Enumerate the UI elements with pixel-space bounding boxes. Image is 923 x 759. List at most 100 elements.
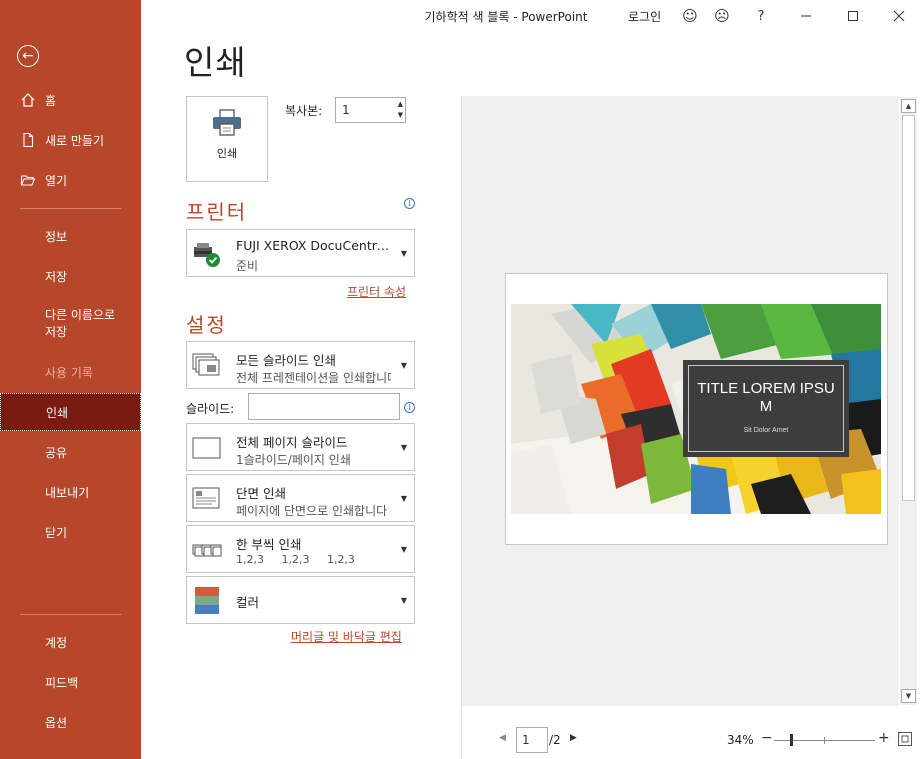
sidebar-item-label: 홈 — [45, 93, 57, 108]
sidebar-item-info[interactable]: 정보 — [0, 221, 141, 251]
sidebar-divider — [20, 614, 121, 615]
sidebar-item-open[interactable]: 열기 — [0, 165, 141, 195]
collate-desc: 1,2,3 1,2,3 1,2,3 — [236, 553, 355, 566]
chevron-down-icon: ▼ — [400, 249, 407, 258]
layout-desc: 1슬라이드/페이지 인쇄 — [236, 453, 351, 467]
chevron-down-icon: ▼ — [400, 361, 407, 370]
one-sided-icon — [192, 487, 220, 509]
close-icon[interactable] — [888, 5, 910, 27]
full-page-slide-icon — [192, 437, 221, 459]
frown-icon[interactable]: ☹ — [711, 5, 733, 27]
sidebar-item-print[interactable]: 인쇄 — [0, 393, 141, 431]
print-range-dropdown[interactable]: 모든 슬라이드 인쇄 전체 프레젠테이션을 인쇄합니다 ▼ — [186, 341, 415, 389]
fit-to-window-icon[interactable] — [898, 732, 912, 746]
maximize-icon[interactable] — [842, 5, 864, 27]
sidebar-item-label: 저장 — [45, 269, 68, 284]
sidebar-item-export[interactable]: 내보내기 — [0, 477, 141, 507]
color-label: 컬러 — [236, 595, 260, 610]
info-icon[interactable]: i — [404, 198, 415, 209]
smile-icon[interactable]: ☺ — [679, 5, 701, 27]
color-dropdown[interactable]: 컬러 ▼ — [186, 576, 415, 624]
printer-status: 준비 — [236, 259, 259, 273]
info-icon[interactable]: i — [404, 402, 415, 413]
sidebar-item-new[interactable]: 새로 만들기 — [0, 125, 141, 155]
zoom-slider-midmark — [824, 737, 825, 744]
sidebar-item-label: 인쇄 — [46, 405, 69, 420]
sidebar-item-label: 새로 만들기 — [45, 133, 105, 148]
zoom-out-icon[interactable]: − — [761, 730, 773, 746]
spin-up-icon[interactable]: ▲ — [398, 101, 403, 108]
previous-page-icon[interactable]: ◀ — [499, 733, 506, 743]
collate-dropdown[interactable]: 한 부씩 인쇄 1,2,3 1,2,3 1,2,3 ▼ — [186, 525, 415, 573]
printer-properties-link[interactable]: 프린터 속성 — [347, 283, 406, 300]
sidebar-item-label: 다른 이름으로 저장 — [45, 308, 116, 339]
collate-label: 한 부씩 인쇄 — [236, 537, 302, 552]
zoom-in-icon[interactable]: + — [878, 730, 890, 746]
new-document-icon — [23, 132, 34, 148]
copies-input[interactable]: 1 ▲ ▼ — [335, 97, 406, 123]
login-button[interactable]: 로그인 — [628, 8, 661, 25]
slide-title: TITLE LOREM IPSUM — [697, 380, 835, 415]
sidebar-item-label: 정보 — [45, 229, 68, 244]
chevron-down-icon: ▼ — [400, 596, 407, 605]
sidebar-item-options[interactable]: 옵션 — [0, 707, 141, 737]
settings-heading: 설정 — [186, 313, 227, 337]
current-page: 1 — [522, 733, 530, 747]
printer-heading: 프린터 — [186, 200, 248, 224]
slide-title-box: TITLE LOREM IPSUM Sit Dolor Amet — [683, 360, 849, 457]
print-range-desc: 전체 프레젠테이션을 인쇄합니다 — [236, 371, 391, 385]
sidebar-item-label: 열기 — [45, 173, 68, 188]
sidebar-item-save-as[interactable]: 다른 이름으로 저장 — [0, 302, 141, 346]
home-icon — [21, 93, 35, 107]
sides-dropdown[interactable]: 단면 인쇄 페이지에 단면으로 인쇄합니다 ▼ — [186, 474, 415, 522]
chevron-down-icon: ▼ — [400, 443, 407, 452]
copies-value: 1 — [342, 103, 350, 117]
back-arrow-icon[interactable]: ← — [17, 45, 39, 67]
printer-ready-icon — [194, 243, 220, 267]
sidebar-item-label: 공유 — [45, 445, 68, 460]
chevron-down-icon: ▼ — [400, 545, 407, 554]
spin-down-icon[interactable]: ▼ — [398, 112, 403, 119]
sidebar-item-label: 옵션 — [45, 715, 68, 730]
printer-name: FUJI XEROX DocuCentre-IV — [236, 238, 391, 253]
slides-input[interactable] — [248, 393, 400, 420]
sidebar-item-label: 피드백 — [45, 675, 79, 690]
folder-open-icon — [20, 175, 36, 186]
total-pages: /2 — [549, 733, 561, 747]
scroll-down-icon[interactable]: ▼ — [901, 689, 916, 703]
zoom-level: 34% — [727, 733, 754, 747]
minimize-icon[interactable] — [795, 5, 817, 27]
sidebar-item-close[interactable]: 닫기 — [0, 517, 141, 547]
help-button[interactable]: ? — [750, 5, 772, 27]
chevron-down-icon: ▼ — [400, 494, 407, 503]
print-button[interactable]: 인쇄 — [186, 96, 268, 182]
printer-dropdown[interactable]: FUJI XEROX DocuCentre-IV 준비 ▼ — [186, 229, 415, 277]
slide-subtitle: Sit Dolor Amet — [743, 427, 789, 434]
sidebar-item-feedback[interactable]: 피드백 — [0, 667, 141, 697]
copies-label: 복사본: — [285, 104, 323, 118]
sidebar-item-share[interactable]: 공유 — [0, 437, 141, 467]
sidebar-item-account[interactable]: 계정 — [0, 627, 141, 657]
zoom-slider-thumb[interactable] — [790, 734, 793, 746]
scroll-thumb[interactable] — [902, 115, 915, 501]
edit-header-footer-link[interactable]: 머리글 및 바닥글 편집 — [291, 628, 402, 645]
sidebar-item-home[interactable]: 홈 — [0, 85, 141, 115]
scroll-up-icon[interactable]: ▲ — [901, 99, 916, 113]
color-icon — [195, 587, 219, 614]
next-page-icon[interactable]: ▶ — [570, 733, 577, 743]
backstage-sidebar: ← 홈 새로 만들기 열기 정보 저장 다른 이름으로 저장 사용 기록 인쇄 … — [0, 0, 141, 759]
sidebar-item-save[interactable]: 저장 — [0, 261, 141, 291]
layout-label: 전체 페이지 슬라이드 — [236, 435, 348, 450]
sidebar-item-label: 내보내기 — [45, 485, 90, 500]
page-number-input[interactable]: 1 — [516, 727, 548, 753]
page-title: 인쇄 — [184, 43, 247, 82]
sidebar-divider — [20, 208, 121, 209]
all-slides-icon — [192, 353, 220, 376]
collated-icon — [192, 544, 222, 557]
sides-desc: 페이지에 단면으로 인쇄합니다 — [236, 504, 388, 518]
sidebar-item-label: 사용 기록 — [45, 365, 93, 380]
print-range-label: 모든 슬라이드 인쇄 — [236, 353, 336, 368]
sidebar-item-history: 사용 기록 — [0, 357, 141, 387]
preview-scrollbar[interactable]: ▲ ▼ — [900, 97, 917, 705]
layout-dropdown[interactable]: 전체 페이지 슬라이드 1슬라이드/페이지 인쇄 ▼ — [186, 423, 415, 471]
